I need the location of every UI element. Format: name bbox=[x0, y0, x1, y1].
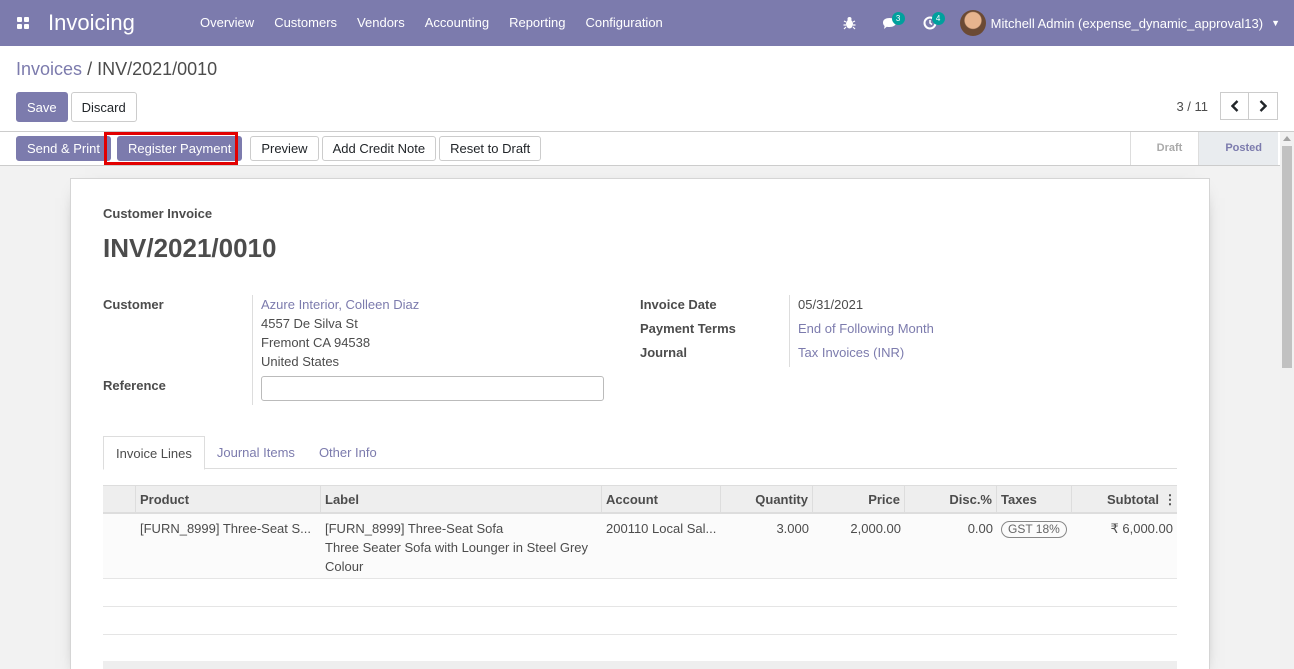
invoice-lines-table: Product Label Account Quantity Price Dis… bbox=[103, 485, 1177, 669]
menu-reporting[interactable]: Reporting bbox=[499, 0, 575, 46]
stage-draft[interactable]: Draft bbox=[1129, 132, 1199, 165]
column-quantity[interactable]: Quantity bbox=[721, 486, 813, 513]
payment-terms-link[interactable]: End of Following Month bbox=[798, 319, 934, 338]
handle-column-header bbox=[103, 486, 136, 513]
cell-subtotal[interactable]: ₹ 6,000.00 bbox=[1072, 514, 1177, 578]
table-footer bbox=[103, 661, 1177, 669]
cell-product[interactable]: [FURN_8999] Three-Seat S... bbox=[136, 514, 321, 578]
form-view: Customer Invoice INV/2021/0010 Customer … bbox=[0, 166, 1280, 669]
status-stages: Draft Posted bbox=[1129, 132, 1278, 165]
tab-invoice-lines[interactable]: Invoice Lines bbox=[103, 436, 205, 470]
breadcrumb-invoices-link[interactable]: Invoices bbox=[16, 59, 82, 79]
empty-row bbox=[103, 607, 1177, 635]
pager-next-button[interactable] bbox=[1249, 92, 1278, 120]
chevron-right-icon bbox=[1259, 100, 1267, 112]
optional-columns-icon[interactable]: ⋮ bbox=[1163, 486, 1177, 513]
column-product[interactable]: Product bbox=[136, 486, 321, 513]
customer-label: Customer bbox=[103, 297, 164, 312]
menu-vendors[interactable]: Vendors bbox=[347, 0, 415, 46]
document-type: Customer Invoice bbox=[103, 206, 213, 221]
main-menu: Overview Customers Vendors Accounting Re… bbox=[190, 0, 673, 46]
save-button[interactable]: Save bbox=[16, 92, 68, 122]
top-navbar: Invoicing Overview Customers Vendors Acc… bbox=[0, 0, 1294, 46]
scrollbar-thumb[interactable] bbox=[1282, 146, 1292, 368]
empty-row bbox=[103, 579, 1177, 607]
journal-link[interactable]: Tax Invoices (INR) bbox=[798, 343, 904, 362]
column-account[interactable]: Account bbox=[602, 486, 721, 513]
tax-tag: GST 18% bbox=[1001, 521, 1067, 538]
address-line-3: United States bbox=[261, 354, 340, 369]
cell-discount[interactable]: 0.00 bbox=[905, 514, 997, 578]
activities-clock-icon[interactable]: 4 bbox=[910, 0, 950, 46]
menu-configuration[interactable]: Configuration bbox=[575, 0, 672, 46]
register-payment-highlight bbox=[104, 132, 238, 165]
tab-journal-items[interactable]: Journal Items bbox=[205, 436, 307, 469]
menu-accounting[interactable]: Accounting bbox=[415, 0, 499, 46]
cell-label-line-1: [FURN_8999] Three-Seat Sofa bbox=[325, 521, 504, 536]
invoice-date-label: Invoice Date bbox=[640, 297, 717, 312]
app-name[interactable]: Invoicing bbox=[46, 10, 190, 36]
form-sheet: Customer Invoice INV/2021/0010 Customer … bbox=[70, 178, 1210, 669]
cell-taxes[interactable]: GST 18% bbox=[997, 514, 1072, 578]
messages-count-badge: 3 bbox=[891, 12, 905, 25]
discard-button[interactable]: Discard bbox=[70, 92, 137, 122]
reference-input[interactable] bbox=[261, 376, 604, 401]
cell-quantity[interactable]: 3.000 bbox=[721, 514, 813, 578]
messages-icon[interactable]: 3 bbox=[870, 0, 910, 46]
column-price[interactable]: Price bbox=[813, 486, 905, 513]
column-taxes[interactable]: Taxes bbox=[997, 486, 1072, 513]
stage-posted[interactable]: Posted bbox=[1198, 132, 1278, 165]
document-name: INV/2021/0010 bbox=[103, 233, 277, 263]
breadcrumb-separator: / bbox=[87, 59, 93, 79]
menu-overview[interactable]: Overview bbox=[190, 0, 264, 46]
user-name: Mitchell Admin (expense_dynamic_approval… bbox=[990, 15, 1264, 31]
invoice-date-value[interactable]: 05/31/2021 bbox=[798, 295, 863, 314]
send-print-button[interactable]: Send & Print bbox=[16, 136, 111, 161]
page-scrollbar[interactable] bbox=[1280, 132, 1294, 669]
pager-value[interactable]: 3 / 11 bbox=[1176, 99, 1208, 114]
chevron-left-icon bbox=[1230, 100, 1238, 112]
reset-to-draft-button[interactable]: Reset to Draft bbox=[439, 136, 542, 161]
menu-customers[interactable]: Customers bbox=[264, 0, 347, 46]
breadcrumb: Invoices / INV/2021/0010 bbox=[16, 59, 217, 80]
cell-price[interactable]: 2,000.00 bbox=[813, 514, 905, 578]
address-line-2: Fremont CA 94538 bbox=[261, 335, 371, 350]
row-handle bbox=[103, 514, 136, 578]
table-row[interactable]: [FURN_8999] Three-Seat S... [FURN_8999] … bbox=[103, 514, 1177, 579]
notebook-tabs: Invoice Lines Journal Items Other Info bbox=[103, 436, 1177, 470]
statusbar: Send & Print Register Payment Preview Ad… bbox=[0, 132, 1294, 166]
customer-field: Azure Interior, Colleen Diaz 4557 De Sil… bbox=[261, 295, 419, 371]
right-group-divider bbox=[789, 295, 790, 367]
payment-terms-label: Payment Terms bbox=[640, 321, 736, 336]
journal-label: Journal bbox=[640, 345, 687, 360]
column-label[interactable]: Label bbox=[321, 486, 602, 513]
statusbar-buttons: Send & Print Register Payment Preview Ad… bbox=[16, 136, 542, 161]
avatar bbox=[959, 10, 986, 36]
scroll-up-arrow-icon[interactable] bbox=[1283, 136, 1291, 141]
activities-count-badge: 4 bbox=[931, 12, 945, 25]
debug-bug-icon[interactable] bbox=[830, 0, 870, 46]
apps-menu-icon[interactable] bbox=[0, 0, 46, 46]
table-header: Product Label Account Quantity Price Dis… bbox=[103, 485, 1177, 514]
form-buttons: Save Discard bbox=[16, 92, 137, 122]
add-credit-note-button[interactable]: Add Credit Note bbox=[321, 136, 437, 161]
cell-label[interactable]: [FURN_8999] Three-Seat Sofa Three Seater… bbox=[321, 514, 602, 578]
control-panel: Invoices / INV/2021/0010 Save Discard 3 … bbox=[0, 46, 1294, 132]
tab-other-info[interactable]: Other Info bbox=[307, 436, 389, 469]
column-discount[interactable]: Disc.% bbox=[905, 486, 997, 513]
preview-button[interactable]: Preview bbox=[250, 136, 319, 161]
pager: 3 / 11 bbox=[1176, 92, 1278, 120]
breadcrumb-current: INV/2021/0010 bbox=[97, 59, 218, 79]
reference-label: Reference bbox=[103, 378, 166, 393]
address-line-1: 4557 De Silva St bbox=[261, 316, 358, 331]
user-menu[interactable]: Mitchell Admin (expense_dynamic_approval… bbox=[950, 0, 1294, 46]
caret-down-icon: ▼ bbox=[1271, 18, 1280, 28]
cell-account[interactable]: 200110 Local Sal... bbox=[602, 514, 721, 578]
pager-previous-button[interactable] bbox=[1220, 92, 1249, 120]
navbar-right: 3 4 Mitchell Admin (expense_dynamic_appr… bbox=[830, 0, 1294, 46]
left-group-divider bbox=[252, 295, 253, 405]
column-subtotal[interactable]: Subtotal bbox=[1072, 486, 1163, 513]
customer-name-link[interactable]: Azure Interior, Colleen Diaz bbox=[261, 295, 419, 314]
cell-label-line-2: Three Seater Sofa with Lounger in Steel … bbox=[325, 540, 589, 574]
